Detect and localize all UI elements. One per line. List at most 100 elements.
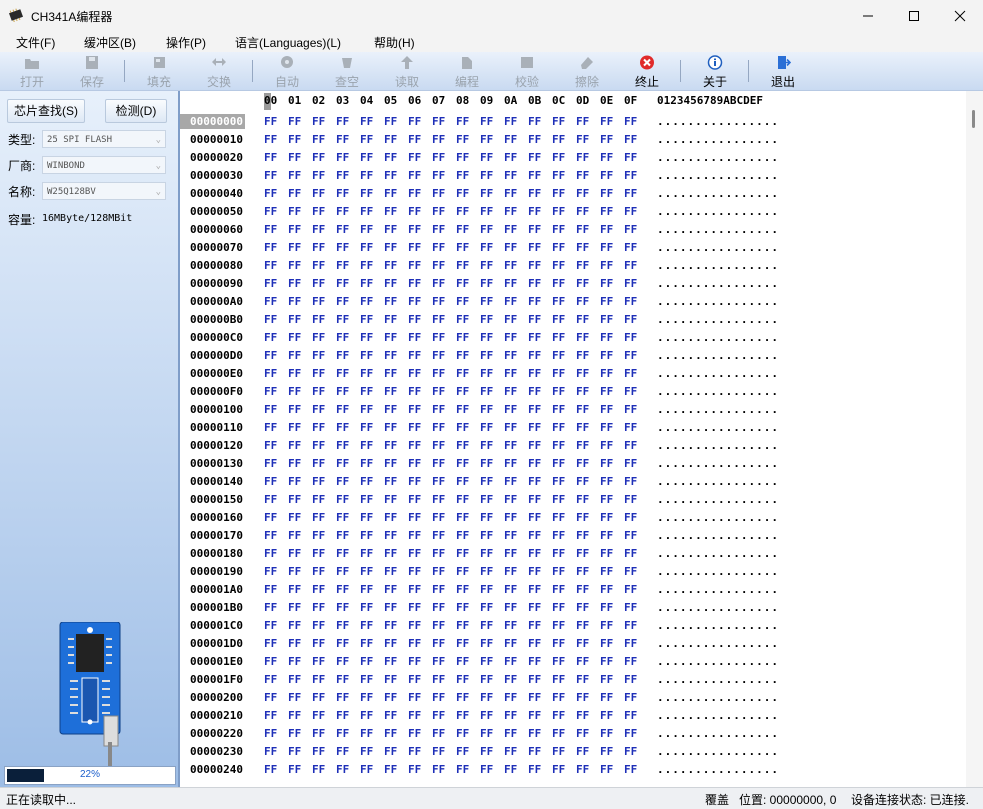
hex-byte[interactable]: FF [336, 727, 349, 740]
hex-byte[interactable]: FF [384, 493, 397, 506]
hex-byte[interactable]: FF [384, 565, 397, 578]
hex-byte[interactable]: FF [576, 241, 589, 254]
hex-byte[interactable]: FF [600, 529, 613, 542]
hex-byte[interactable]: FF [504, 277, 517, 290]
hex-byte[interactable]: FF [360, 493, 373, 506]
ascii-text[interactable]: ................ [657, 367, 779, 380]
hex-byte[interactable]: FF [312, 493, 325, 506]
hex-byte[interactable]: FF [336, 583, 349, 596]
hex-byte[interactable]: FF [432, 439, 445, 452]
hex-byte[interactable]: FF [552, 709, 565, 722]
hex-byte[interactable]: FF [456, 493, 469, 506]
hex-byte[interactable]: FF [552, 619, 565, 632]
hex-byte[interactable]: FF [312, 313, 325, 326]
hex-byte[interactable]: FF [504, 241, 517, 254]
hex-byte[interactable]: FF [576, 259, 589, 272]
hex-byte[interactable]: FF [624, 421, 637, 434]
hex-byte[interactable]: FF [288, 529, 301, 542]
hex-byte[interactable]: FF [432, 295, 445, 308]
hex-byte[interactable]: FF [408, 691, 421, 704]
hex-byte[interactable]: FF [456, 295, 469, 308]
ascii-text[interactable]: ................ [657, 421, 779, 434]
hex-byte[interactable]: FF [288, 673, 301, 686]
hex-byte[interactable]: FF [480, 547, 493, 560]
hex-byte[interactable]: FF [528, 349, 541, 362]
hex-byte[interactable]: FF [504, 115, 517, 128]
hex-byte[interactable]: FF [432, 583, 445, 596]
ascii-text[interactable]: ................ [657, 403, 779, 416]
hex-byte[interactable]: FF [264, 637, 277, 650]
hex-byte[interactable]: FF [264, 475, 277, 488]
ascii-text[interactable]: ................ [657, 691, 779, 704]
close-button[interactable] [937, 0, 983, 32]
hex-byte[interactable]: FF [528, 529, 541, 542]
menu-help[interactable]: 帮助(H) [374, 34, 415, 51]
hex-byte[interactable]: FF [264, 457, 277, 470]
hex-byte[interactable]: FF [408, 493, 421, 506]
ascii-text[interactable]: ................ [657, 655, 779, 668]
hex-byte[interactable]: FF [264, 547, 277, 560]
hex-byte[interactable]: FF [288, 277, 301, 290]
hex-byte[interactable]: FF [360, 205, 373, 218]
hex-byte[interactable]: FF [312, 349, 325, 362]
hex-byte[interactable]: FF [384, 331, 397, 344]
hex-byte[interactable]: FF [528, 511, 541, 524]
hex-byte[interactable]: FF [264, 493, 277, 506]
ascii-text[interactable]: ................ [657, 241, 779, 254]
hex-byte[interactable]: FF [480, 133, 493, 146]
hex-byte[interactable]: FF [264, 259, 277, 272]
menu-file[interactable]: 文件(F) [16, 34, 55, 51]
hex-byte[interactable]: FF [600, 691, 613, 704]
hex-byte[interactable]: FF [312, 709, 325, 722]
hex-byte[interactable]: FF [600, 421, 613, 434]
hex-byte[interactable]: FF [384, 349, 397, 362]
hex-byte[interactable]: FF [456, 475, 469, 488]
hex-byte[interactable]: FF [600, 403, 613, 416]
hex-byte[interactable]: FF [288, 259, 301, 272]
hex-byte[interactable]: FF [624, 115, 637, 128]
hex-byte[interactable]: FF [528, 583, 541, 596]
hex-byte[interactable]: FF [576, 565, 589, 578]
hex-byte[interactable]: FF [600, 727, 613, 740]
hex-byte[interactable]: FF [576, 403, 589, 416]
hex-byte[interactable]: FF [312, 565, 325, 578]
hex-byte[interactable]: FF [600, 763, 613, 776]
hex-byte[interactable]: FF [504, 763, 517, 776]
vendor-select[interactable]: WINBOND ⌄ [42, 156, 166, 174]
hex-byte[interactable]: FF [504, 133, 517, 146]
hex-byte[interactable]: FF [360, 619, 373, 632]
chip-search-button[interactable]: 芯片查找(S) [7, 99, 85, 123]
hex-byte[interactable]: FF [576, 475, 589, 488]
hex-byte[interactable]: FF [384, 313, 397, 326]
hex-byte[interactable]: FF [456, 133, 469, 146]
hex-byte[interactable]: FF [600, 313, 613, 326]
hex-byte[interactable]: FF [336, 529, 349, 542]
hex-byte[interactable]: FF [600, 655, 613, 668]
hex-byte[interactable]: FF [432, 367, 445, 380]
hex-byte[interactable]: FF [528, 457, 541, 470]
ascii-text[interactable]: ................ [657, 205, 779, 218]
hex-byte[interactable]: FF [576, 277, 589, 290]
hex-byte[interactable]: FF [288, 403, 301, 416]
hex-byte[interactable]: FF [288, 241, 301, 254]
hex-byte[interactable]: FF [312, 439, 325, 452]
ascii-text[interactable]: ................ [657, 295, 779, 308]
hex-byte[interactable]: FF [552, 493, 565, 506]
ascii-text[interactable]: ................ [657, 223, 779, 236]
hex-byte[interactable]: FF [360, 169, 373, 182]
hex-byte[interactable]: FF [504, 385, 517, 398]
hex-byte[interactable]: FF [384, 187, 397, 200]
hex-byte[interactable]: FF [480, 331, 493, 344]
hex-byte[interactable]: FF [288, 709, 301, 722]
hex-byte[interactable]: FF [360, 439, 373, 452]
hex-byte[interactable]: FF [528, 259, 541, 272]
hex-byte[interactable]: FF [312, 511, 325, 524]
hex-byte[interactable]: FF [600, 187, 613, 200]
hex-byte[interactable]: FF [576, 187, 589, 200]
hex-byte[interactable]: FF [384, 241, 397, 254]
hex-byte[interactable]: FF [480, 601, 493, 614]
hex-byte[interactable]: FF [504, 403, 517, 416]
hex-byte[interactable]: FF [456, 259, 469, 272]
hex-byte[interactable]: FF [576, 349, 589, 362]
hex-byte[interactable]: FF [552, 169, 565, 182]
